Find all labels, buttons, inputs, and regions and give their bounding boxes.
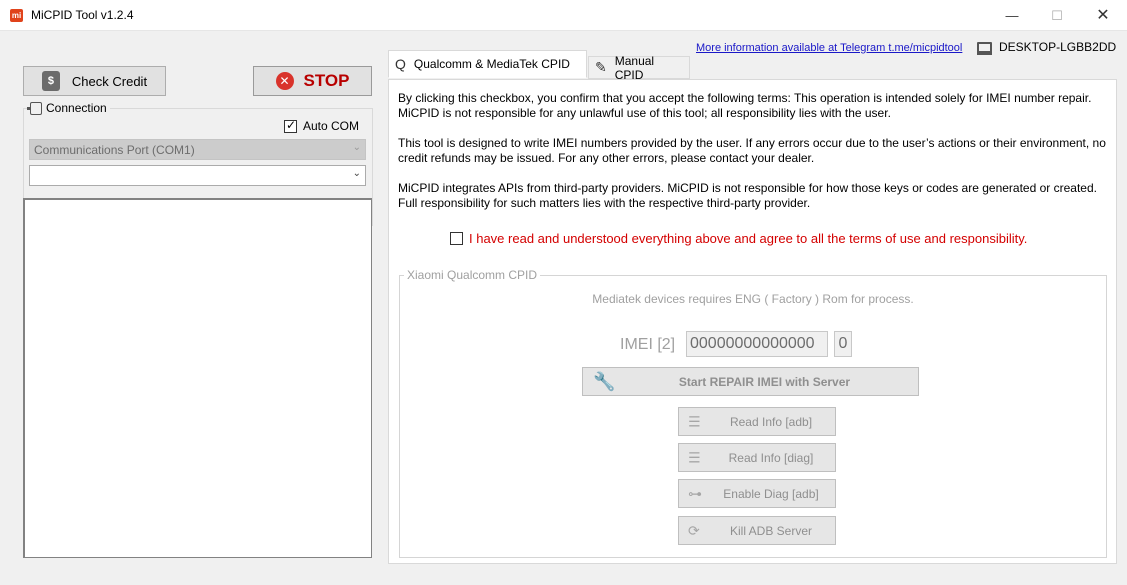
mediatek-note: Mediatek devices requires ENG ( Factory … [592,292,914,306]
repair-button-label: Start REPAIR IMEI with Server [678,374,851,389]
close-button[interactable]: ✕ [1080,0,1126,31]
stop-label: STOP [303,71,350,90]
agree-check-box[interactable] [450,232,463,245]
money-bag-icon: $ [41,71,60,91]
stop-x-icon: ✕ [275,72,294,90]
wrench-icon: 🔧 [593,371,616,391]
enable-diag-adb-button[interactable]: ⊶ Enable Diag [adb] [678,479,836,508]
window-title: MiCPID Tool v1.2.4 [31,8,134,22]
terms-paragraph-2: This tool is designed to write IMEI numb… [398,136,1106,165]
xiaomi-qualcomm-cpid-group: Xiaomi Qualcomm CPID Mediatek devices re… [399,268,1107,558]
imei-label: IMEI [2] [620,336,676,353]
read-info-diag-label: Read Info [diag] [728,450,814,465]
app-logo-icon: mi [10,9,23,22]
computer-name-display: DESKTOP-LGBB2DD [977,40,1117,55]
auto-com-check-box[interactable] [284,118,297,133]
cpid-group-legend: Xiaomi Qualcomm CPID [404,268,541,282]
read-info-adb-button[interactable]: ☰ Read Info [adb] [678,407,836,436]
auto-com-checkbox[interactable]: Auto COM [284,118,360,133]
stop-button[interactable]: ✕ STOP [253,66,372,96]
auto-com-label: Auto COM [303,119,360,133]
connection-legend-label: Connection [46,101,107,115]
check-credit-label: Check Credit [71,73,148,89]
maximize-button[interactable]: ☐ [1034,0,1080,31]
document-icon: ☰ [688,449,701,465]
imei-input[interactable]: 00000000000000 [686,331,828,357]
kill-adb-server-button[interactable]: ⟳ Kill ADB Server [678,516,836,545]
check-credit-button[interactable]: $ Check Credit [23,66,166,96]
chevron-down-icon: ⌄ [352,168,361,179]
refresh-icon: ⟳ [688,522,700,538]
tab-qualcomm-label: Qualcomm & MediaTek CPID [413,57,570,71]
terms-paragraph-3: MiCPID integrates APIs from third-party … [398,181,1097,210]
read-info-adb-label: Read Info [adb] [729,414,813,429]
agree-terms-checkbox[interactable]: I have read and understood everything ab… [450,231,1027,246]
imei-count-field: 0 [834,331,852,357]
toggle-icon: ⊶ [688,485,702,501]
title-bar: mi MiCPID Tool v1.2.4 — ☐ ✕ [0,0,1127,31]
read-info-diag-button[interactable]: ☰ Read Info [diag] [678,443,836,472]
tab-manual-cpid[interactable]: ✎ Manual CPID [588,53,690,82]
chevron-down-icon: ⌄ [352,142,361,153]
tab-manual-label: Manual CPID [614,53,655,82]
telegram-info-link[interactable]: More information available at Telegram t… [696,42,962,54]
qualcomm-q-icon: Q [395,56,406,72]
minimize-button[interactable]: — [989,0,1035,31]
agree-terms-label: I have read and understood everything ab… [469,231,1028,246]
port-select-value: Communications Port (COM1) [34,143,195,157]
start-repair-imei-button[interactable]: 🔧 Start REPAIR IMEI with Server [582,367,919,396]
manual-document-icon: ✎ [595,59,607,75]
enable-diag-label: Enable Diag [adb] [723,486,819,501]
kill-adb-label: Kill ADB Server [729,523,813,538]
connection-legend: Connection [27,101,110,115]
document-icon: ☰ [688,413,701,429]
connection-plug-icon [27,101,42,115]
log-output-box[interactable] [23,198,372,558]
computer-name-label: DESKTOP-LGBB2DD [999,40,1117,54]
communications-port-select[interactable]: Communications Port (COM1) ⌄ [29,139,366,160]
qualcomm-tab-panel: By clicking this checkbox, you confirm t… [388,79,1117,564]
terms-paragraph-1: By clicking this checkbox, you confirm t… [398,91,1092,120]
computer-icon [977,41,992,55]
tab-qualcomm-mediatek[interactable]: Q Qualcomm & MediaTek CPID [388,50,587,78]
device-select[interactable]: ⌄ [29,165,366,186]
